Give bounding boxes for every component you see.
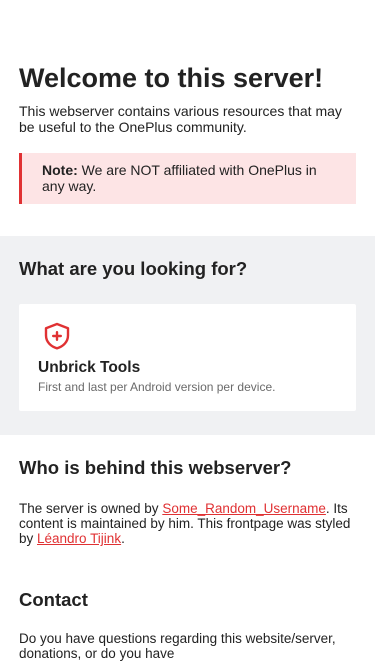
who-heading: Who is behind this webserver? bbox=[19, 457, 292, 478]
welcome-section: Welcome to this server! This webserver c… bbox=[0, 0, 375, 236]
owner-link[interactable]: Some_Random_Username bbox=[162, 501, 326, 516]
styler-link[interactable]: Léandro Tijink bbox=[37, 531, 121, 546]
shield-plus-icon bbox=[44, 322, 70, 350]
intro-text: This webserver contains various resource… bbox=[19, 103, 342, 135]
who-text-3: . bbox=[121, 531, 125, 546]
note-label: Note: bbox=[42, 162, 78, 178]
who-section: Who is behind this webserver? The server… bbox=[0, 435, 375, 546]
contact-heading: Contact bbox=[19, 589, 88, 610]
unbrick-tools-card[interactable]: Unbrick Tools First and last per Android… bbox=[19, 304, 356, 411]
contact-text: Do you have questions regarding this web… bbox=[19, 631, 336, 661]
who-paragraph: The server is owned by Some_Random_Usern… bbox=[19, 501, 356, 546]
who-text-1: The server is owned by bbox=[19, 501, 163, 516]
page-title: Welcome to this server! bbox=[19, 63, 324, 93]
note-callout: Note: We are NOT affiliated with OnePlus… bbox=[19, 153, 356, 204]
looking-for-section: What are you looking for? Unbrick Tools … bbox=[0, 236, 375, 435]
page: Welcome to this server! This webserver c… bbox=[0, 0, 375, 667]
contact-section: Contact Do you have questions regarding … bbox=[0, 546, 375, 661]
card-description: First and last per Android version per d… bbox=[38, 380, 276, 394]
card-title: Unbrick Tools bbox=[38, 359, 141, 376]
looking-for-heading: What are you looking for? bbox=[19, 258, 248, 279]
note-text: We are NOT affiliated with OnePlus in an… bbox=[42, 162, 317, 194]
